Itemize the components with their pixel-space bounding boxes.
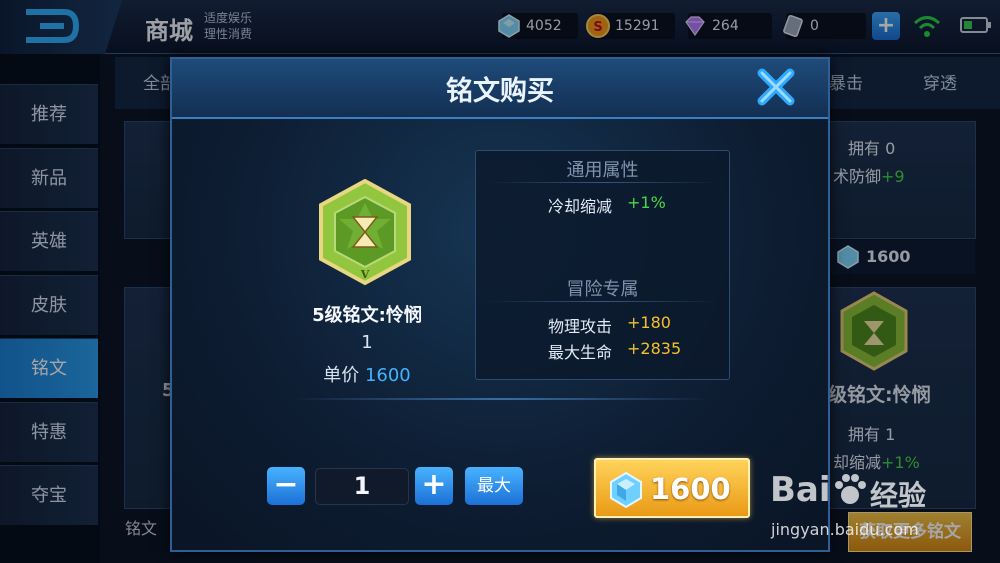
svg-text:V: V bbox=[360, 268, 370, 281]
close-icon[interactable] bbox=[752, 63, 800, 111]
unit-price: 单价 1600 bbox=[272, 361, 462, 387]
max-quantity-button[interactable]: 最大 bbox=[465, 467, 523, 505]
inscription-emblem-icon: V bbox=[319, 179, 411, 286]
watermark: Bai 经验 bbox=[770, 470, 995, 560]
general-attributes-header: 通用属性 bbox=[566, 160, 639, 181]
attribute-value: +180 bbox=[627, 313, 671, 332]
item-name: 5级铭文:怜悯 bbox=[312, 305, 422, 326]
attribute-value: +1% bbox=[627, 193, 666, 212]
attribute-name: 物理攻击 bbox=[547, 317, 612, 336]
item-quantity: 1 bbox=[361, 332, 373, 353]
buy-button[interactable]: 1600 bbox=[594, 458, 750, 518]
decrease-quantity-button[interactable]: − bbox=[267, 467, 305, 505]
watermark-brand: 经验 bbox=[870, 479, 927, 512]
quantity-input[interactable]: 1 bbox=[315, 468, 409, 505]
attribute-value: +2835 bbox=[627, 339, 682, 358]
attribute-name: 最大生命 bbox=[547, 343, 612, 362]
divider bbox=[486, 182, 719, 183]
attribute-panel: 通用属性 冷却缩减 +1% 冒险专属 物理攻击 +180 最大生命 +2835 bbox=[475, 150, 730, 380]
diamond-coupon-icon bbox=[610, 471, 642, 509]
attribute-name: 冷却缩减 bbox=[547, 197, 612, 216]
paw-logo-icon bbox=[835, 474, 866, 504]
watermark-url: jingyan.baidu.com bbox=[771, 520, 919, 539]
unit-price-label: 单价 bbox=[323, 365, 360, 386]
purchase-dialog: 铭文购买 V 5级铭文:怜悯 1 单价 1600 通用属性 冷却缩减 +1% 冒… bbox=[170, 57, 830, 552]
dialog-header: 铭文购买 bbox=[172, 59, 828, 119]
increase-quantity-button[interactable]: + bbox=[415, 467, 453, 505]
buy-price: 1600 bbox=[650, 472, 731, 506]
divider bbox=[292, 398, 712, 400]
divider bbox=[486, 301, 719, 302]
unit-price-value: 1600 bbox=[364, 365, 411, 386]
dialog-title: 铭文购买 bbox=[446, 76, 554, 107]
watermark-brand: Bai bbox=[770, 470, 831, 510]
adventure-attributes-header: 冒险专属 bbox=[566, 279, 639, 300]
